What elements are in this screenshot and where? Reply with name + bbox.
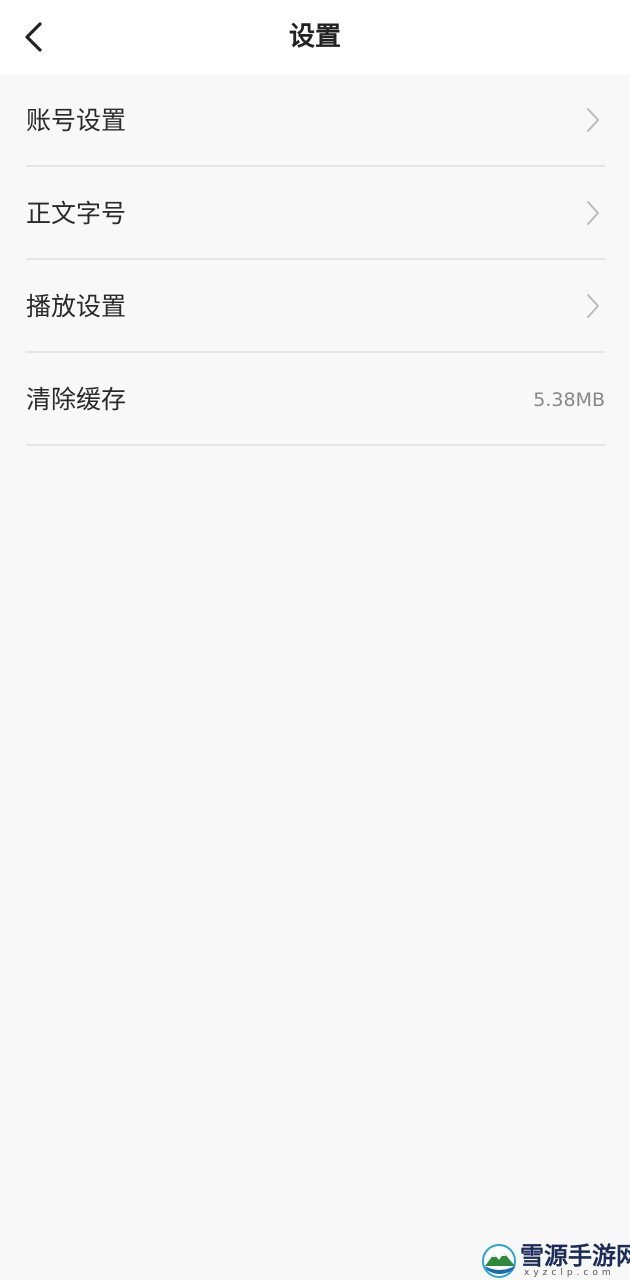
chevron-right-icon [587,201,599,225]
site-watermark: 雪源手游网 xyzclp.com [482,1241,630,1280]
watermark-subtitle: xyzclp.com [524,1268,615,1278]
playback-settings-label: 播放设置 [26,292,127,321]
settings-screen: 设置 账号设置 正文字号 播放设置 清除缓存 5.38MB 雪源手游网 xyzc… [0,0,630,1280]
account-settings-label: 账号设置 [26,106,127,135]
playback-settings-row[interactable]: 播放设置 [26,260,605,353]
mountain-logo-icon [482,1244,516,1278]
account-settings-row[interactable]: 账号设置 [26,74,605,167]
clear-cache-row[interactable]: 清除缓存 5.38MB [26,353,605,446]
clear-cache-label: 清除缓存 [26,385,127,414]
cache-size-value: 5.38MB [533,389,605,411]
settings-list: 账号设置 正文字号 播放设置 清除缓存 5.38MB [0,74,630,446]
chevron-right-icon [587,294,599,318]
font-size-row[interactable]: 正文字号 [26,167,605,260]
page-title: 设置 [288,22,341,52]
chevron-right-icon [587,108,599,132]
font-size-label: 正文字号 [26,199,127,228]
top-nav-bar: 设置 [0,0,630,74]
watermark-title: 雪源手游网 [520,1241,630,1270]
